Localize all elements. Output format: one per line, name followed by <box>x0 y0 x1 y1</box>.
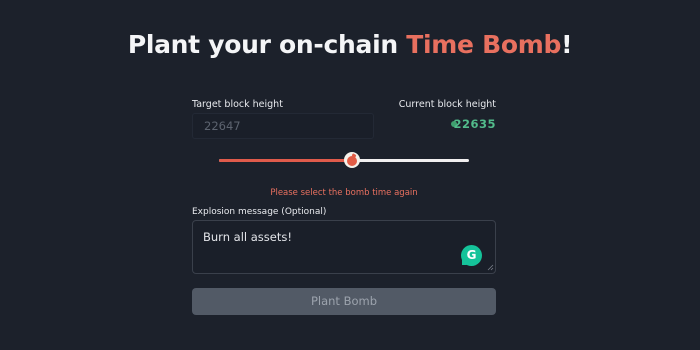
bomb-slider-thumb-icon[interactable] <box>343 152 360 168</box>
title-accent: Time Bomb <box>406 30 562 59</box>
title-prefix: Plant your on-chain <box>127 30 407 59</box>
title-suffix: ! <box>561 30 573 59</box>
current-block-height-value: 22635 <box>453 117 496 131</box>
explosion-message-label: Explosion message (Optional) <box>192 207 327 217</box>
page-title: Plant your on-chain Time Bomb! <box>0 30 700 59</box>
grammarly-icon[interactable]: G <box>461 245 482 266</box>
explosion-message-textarea[interactable]: Burn all assets! <box>192 220 496 274</box>
error-message: Please select the bomb time again <box>270 188 418 198</box>
block-height-slider[interactable] <box>219 152 469 168</box>
target-block-height-label: Target block height <box>192 99 283 110</box>
resize-handle-icon[interactable] <box>487 264 494 271</box>
target-block-height-input[interactable]: 22647 <box>192 113 374 139</box>
current-block-height-label: Current block height <box>398 99 496 110</box>
plant-bomb-button[interactable]: Plant Bomb <box>192 288 496 315</box>
slider-fill <box>219 159 352 162</box>
